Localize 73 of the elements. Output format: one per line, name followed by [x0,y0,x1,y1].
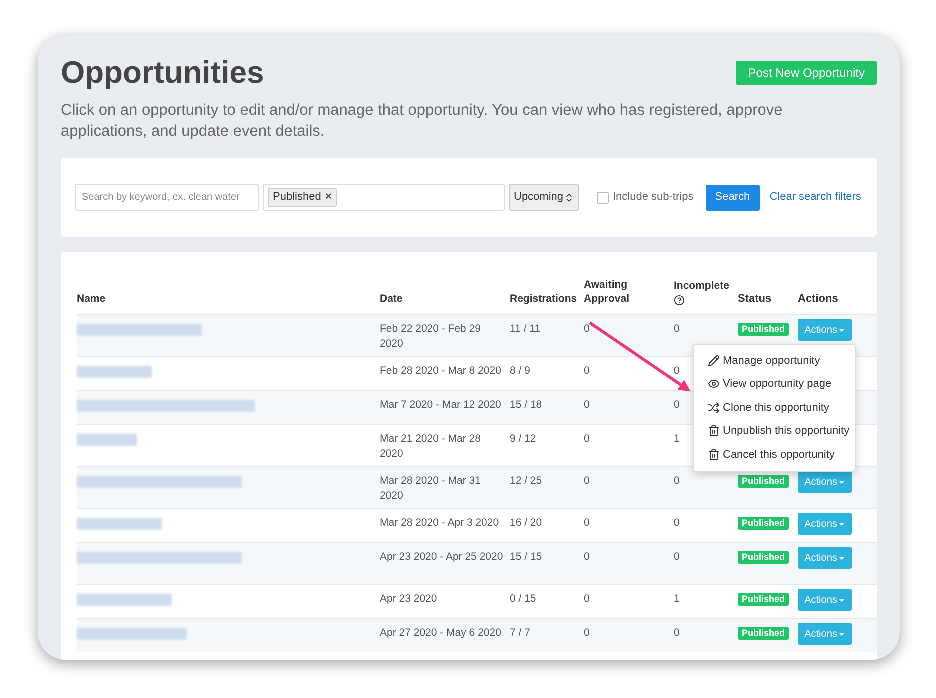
registrations-cell: 7 / 7 [510,627,530,639]
incomplete-cell: 1 [674,433,680,445]
status-badge: Published [738,627,790,640]
awaiting-cell: 0 [584,517,590,529]
awaiting-cell: 0 [584,551,590,563]
menu-item[interactable]: Clone this opportunity [694,396,855,420]
date-cell-text: Mar 21 2020 - Mar 28 2020 [380,432,482,462]
table-row[interactable]: Mar 28 2020 - Mar 31 2020 12 / 25 0 0 Published Actions [77,466,877,508]
incomplete-cell: 0 [674,399,680,411]
select-arrows-icon [564,192,574,204]
status-badge: Published [738,475,790,488]
page-title: Opportunities [61,55,264,91]
registrations-cell: 15 / 18 [510,399,542,411]
filter-tag[interactable]: Published × [268,188,337,207]
checkbox[interactable] [597,192,609,204]
blurred-name [77,434,137,446]
awaiting-cell: 0 [584,475,590,487]
column-header: Actions [798,292,840,306]
awaiting-cell: 0 [584,323,590,335]
help-icon [674,295,685,306]
status-badge: Published [738,593,790,606]
table-row[interactable]: Feb 22 2020 - Feb 29 2020 11 / 11 0 0 Published Actions [77,314,877,356]
date-cell-text: Apr 23 2020 [380,592,438,607]
incomplete-cell: 0 [674,517,680,529]
shuffle-icon [708,402,720,414]
awaiting-cell: 0 [584,627,590,639]
registrations-cell: 8 / 9 [510,365,530,377]
column-header: Incomplete [674,279,730,293]
incomplete-cell: 0 [674,323,680,335]
trash-icon [708,425,720,438]
incomplete-cell: 0 [674,551,680,563]
eye-icon [708,378,720,390]
registrations-cell: 16 / 20 [510,517,542,529]
registrations-cell: 9 / 12 [510,433,536,445]
column-header: Name [77,292,106,306]
registrations-cell: 0 / 15 [510,593,536,605]
date-cell-text: Feb 22 2020 - Feb 29 2020 [380,322,482,352]
date-cell-text: Apr 23 2020 - Apr 25 2020 [380,550,504,565]
page-description: Click on an opportunity to edit and/or manage that opportunity. You can view who has registered, approve applications, and update event details. [61,101,784,142]
timeframe-select[interactable]: Upcoming [509,184,579,211]
column-header: Registrations [510,292,578,306]
date-cell-text: Mar 7 2020 - Mar 12 2020 [380,398,502,413]
clear-filters-link[interactable]: Clear search filters [770,189,862,206]
status-badge: Published [738,323,790,336]
trash-icon [708,448,720,461]
column-header: Awaiting Approval [584,278,631,306]
column-header: Status [738,292,773,306]
tag-field[interactable]: Published × [263,184,505,211]
pencil-icon [708,354,720,367]
incomplete-cell: 0 [674,365,680,377]
date-cell-text: Mar 28 2020 - Apr 3 2020 [380,516,500,531]
registrations-cell: 15 / 15 [510,551,542,563]
incomplete-cell: 0 [674,475,680,487]
date-cell-text: Feb 28 2020 - Mar 8 2020 [380,364,502,379]
registrations-cell: 11 / 11 [510,323,541,335]
search-field[interactable]: Search by keyword, ex. clean water [75,184,259,211]
registrations-cell: 12 / 25 [510,475,542,487]
date-cell-text: Mar 28 2020 - Mar 31 2020 [380,474,482,504]
awaiting-cell: 0 [584,593,590,605]
menu-item[interactable]: Cancel this opportunity [694,443,855,466]
awaiting-cell: 0 [584,433,590,445]
date-cell-text: Apr 27 2020 - May 6 2020 [380,626,502,641]
table-row[interactable]: Apr 23 2020 - Apr 25 2020 15 / 15 0 0 Published Actions [77,542,877,584]
table-row[interactable]: Apr 27 2020 - May 6 2020 7 / 7 0 0 Published Actions [77,618,877,652]
checkbox-label: Include sub-trips [613,190,694,206]
status-badge: Published [738,517,790,530]
awaiting-cell: 0 [584,365,590,377]
incomplete-cell: 0 [674,627,680,639]
status-badge: Published [738,551,790,564]
column-header: Date [380,292,403,306]
search-button[interactable]: Search [706,184,760,210]
awaiting-cell: 0 [584,399,590,411]
incomplete-cell: 1 [674,593,680,605]
